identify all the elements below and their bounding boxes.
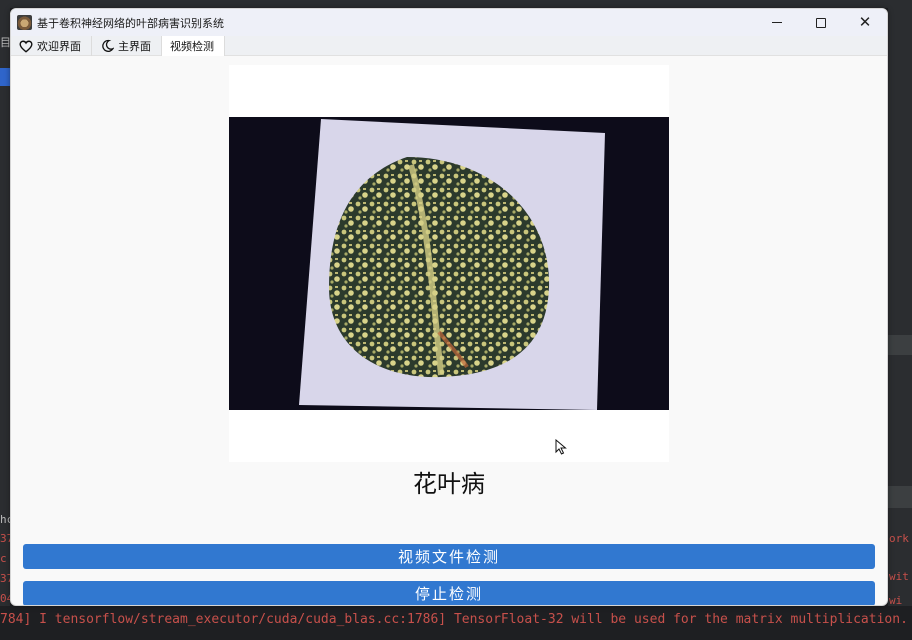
tab-welcome[interactable]: 欢迎界面: [11, 36, 92, 56]
close-icon: ✕: [858, 13, 872, 31]
minimize-icon: [772, 22, 782, 23]
stop-detect-button[interactable]: 停止检测: [23, 581, 875, 605]
console-log-line: 784] I tensorflow/stream_executor/cuda/c…: [0, 612, 912, 627]
maximize-button[interactable]: [799, 9, 843, 36]
minimize-button[interactable]: [755, 9, 799, 36]
console-fragment: wit: [889, 570, 909, 583]
leaf-image: [229, 117, 669, 410]
app-window: 基于卷积神经网络的叶部病害识别系统 ✕ 欢迎界面 主界面 视频检测 花叶病 视频…: [10, 8, 888, 606]
tab-bar: 欢迎界面 主界面 视频检测: [11, 36, 887, 56]
video-file-detect-button[interactable]: 视频文件检测: [23, 544, 875, 569]
window-controls: ✕: [755, 9, 887, 36]
tab-label: 主界面: [118, 40, 151, 53]
detection-result-label: 花叶病: [413, 470, 485, 498]
mouse-cursor-icon: [555, 439, 567, 455]
ide-background-top: [0, 0, 912, 8]
ide-background-right: [888, 8, 912, 640]
app-leaf-icon: [17, 15, 32, 30]
ide-panel-band: [888, 335, 912, 355]
tab-label: 欢迎界面: [37, 40, 81, 53]
moon-icon: [100, 39, 114, 53]
ide-panel-band: [888, 486, 912, 508]
window-title: 基于卷积神经网络的叶部病害识别系统: [37, 16, 224, 30]
maximize-icon: [816, 17, 826, 28]
ide-selected-line: [0, 68, 10, 86]
console-fragment: c: [0, 552, 7, 565]
tab-main[interactable]: 主界面: [92, 36, 162, 56]
title-bar[interactable]: 基于卷积神经网络的叶部病害识别系统 ✕: [11, 9, 887, 36]
console-fragment: ork: [889, 532, 909, 545]
console-fragment: wi: [889, 594, 903, 607]
tab-label: 视频检测: [170, 40, 214, 53]
heart-icon: [19, 39, 33, 53]
tab-video-detect[interactable]: 视频检测: [162, 36, 225, 56]
video-frame-image: [229, 117, 669, 410]
video-display: [229, 65, 669, 462]
ide-background-left: [0, 8, 10, 640]
close-button[interactable]: ✕: [843, 9, 887, 36]
